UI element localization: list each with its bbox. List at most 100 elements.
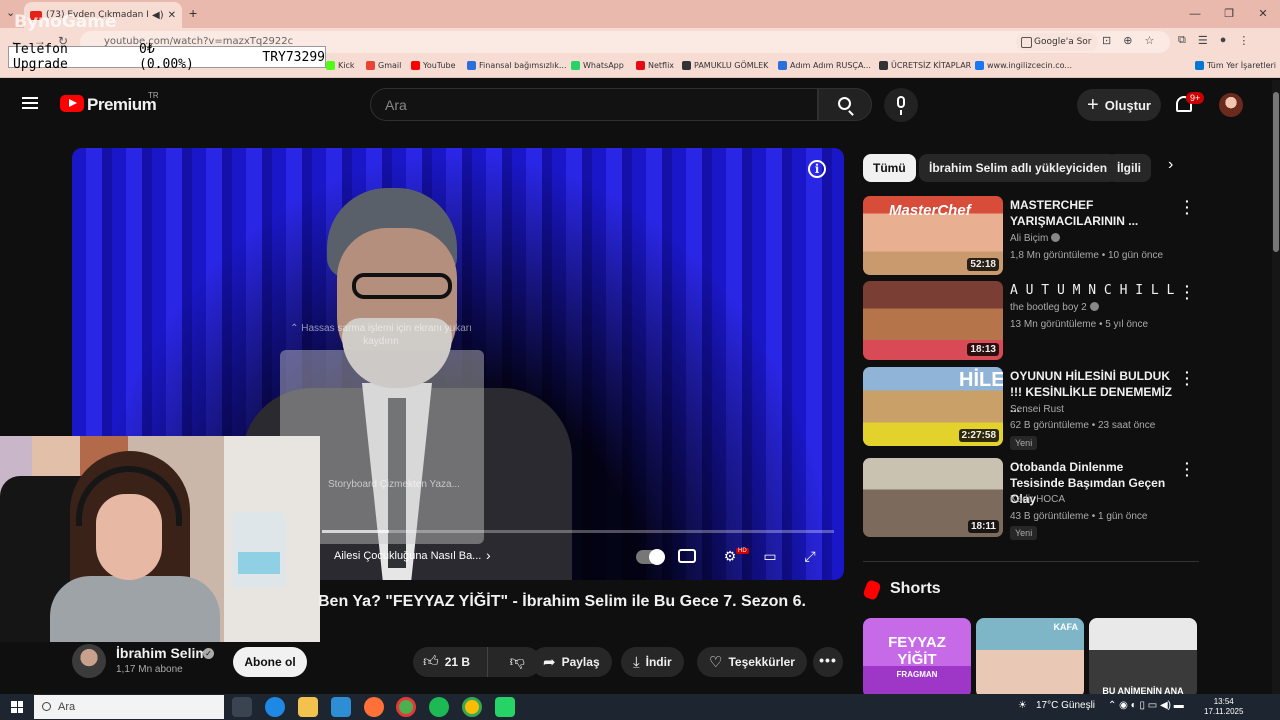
weather-text[interactable]: 17°C Güneşli — [1036, 700, 1095, 711]
bookmark-label: Adım Adım RUSÇA... — [790, 61, 871, 70]
fullscreen-button[interactable]: ⤢ — [798, 544, 822, 568]
chrome-profile-icon[interactable] — [462, 697, 482, 717]
window-controls: — ❐ ✕ — [1178, 0, 1280, 28]
share-icon: ➦ — [543, 654, 556, 671]
short-item[interactable]: BU ANİMENİN ANA — [1089, 618, 1197, 698]
bookmark-item[interactable]: PAMUKLU GÖMLEK — [682, 61, 768, 70]
close-tab-icon[interactable]: ✕ — [168, 10, 176, 21]
install-icon[interactable]: ⊡ — [1102, 34, 1111, 47]
short-item[interactable]: FEYYAZ YİĞİT FRAGMAN — [863, 618, 971, 698]
more-vert-icon[interactable]: · · · — [1185, 456, 1190, 482]
minimize-icon[interactable]: — — [1178, 0, 1212, 28]
reading-list-icon[interactable]: ☰ — [1198, 34, 1208, 47]
more-vert-icon[interactable]: · · · — [1185, 194, 1190, 220]
bookmark-item[interactable]: WhatsApp — [571, 61, 624, 70]
download-button[interactable]: ⤓ İndir — [621, 647, 684, 677]
theater-icon: ▭ — [763, 548, 777, 564]
more-actions-button[interactable]: ••• — [813, 647, 843, 677]
file-explorer-icon[interactable] — [298, 697, 318, 717]
progress-bar[interactable] — [322, 530, 834, 533]
windows-start-icon[interactable] — [11, 701, 23, 713]
subscribe-button[interactable]: Abone ol — [233, 647, 307, 677]
create-button[interactable]: + Oluştur — [1077, 89, 1161, 121]
bookmark-item[interactable]: YouTube — [411, 61, 456, 70]
scrollbar-thumb[interactable] — [1273, 92, 1279, 252]
bookmark-item[interactable]: Tüm Yer İşaretleri — [1195, 61, 1276, 70]
account-avatar[interactable] — [1219, 93, 1243, 117]
bookmark-item[interactable]: Gmail — [366, 61, 401, 70]
whatsapp-icon[interactable] — [495, 697, 515, 717]
recommendation-item[interactable]: 18:13 A U T U M N C H I L L the bootleg … — [863, 279, 1203, 361]
plus-icon: + — [1087, 94, 1099, 116]
chip-related[interactable]: İlgili — [1107, 154, 1151, 182]
bookmark-item[interactable]: www.ingilizcecin.co... — [975, 61, 1072, 70]
new-badge: Yeni — [1010, 436, 1038, 450]
clock-date: 17.11.2025 — [1204, 707, 1244, 716]
more-vert-icon[interactable]: · · · — [1185, 365, 1190, 391]
create-label: Oluştur — [1104, 97, 1151, 113]
chrome-icon[interactable] — [396, 697, 416, 717]
search-input[interactable] — [371, 89, 817, 120]
bookmark-item[interactable]: Netflix — [636, 61, 674, 70]
youtube-logo-icon[interactable] — [60, 95, 84, 112]
speaker-icon[interactable]: ◀) — [152, 10, 164, 21]
bookmark-star-icon[interactable]: ☆ — [1144, 34, 1154, 47]
autoplay-toggle[interactable] — [636, 549, 665, 565]
short-item[interactable]: KAFA — [976, 618, 1084, 698]
voice-search-button[interactable] — [884, 88, 918, 122]
video-thumbnail: MasterChef 52:18 — [863, 196, 1003, 275]
recommendation-channel: Sensei Rust — [1010, 404, 1064, 415]
youtube-brand[interactable]: Premium — [87, 95, 157, 115]
new-tab-icon[interactable]: + — [189, 5, 197, 21]
bookmark-favicon-icon — [879, 61, 888, 70]
theater-mode-button[interactable]: ▭ — [758, 544, 782, 568]
chapter-chevron-icon[interactable]: › — [486, 547, 491, 563]
zoom-icon[interactable]: ⊕ — [1123, 34, 1132, 47]
spotify-icon[interactable] — [429, 697, 449, 717]
short-text: YİĞİT — [897, 651, 937, 668]
share-button[interactable]: ➦ Paylaş — [531, 647, 612, 677]
bookmark-item[interactable]: ÜCRETSİZ KİTAPLAR — [879, 61, 971, 70]
google-sor-button[interactable]: Google'a Sor — [1016, 33, 1098, 51]
recommendation-item[interactable]: 18:11 Otobanda Dinlenme Tesisinde Başımd… — [863, 456, 1203, 540]
menu-icon[interactable] — [22, 97, 38, 109]
notification-badge: 9+ — [1186, 92, 1205, 104]
weather-icon[interactable]: ☀ — [1018, 700, 1027, 711]
firefox-icon[interactable] — [364, 697, 384, 717]
taskbar-search[interactable]: Ara — [34, 695, 224, 719]
bookmark-item[interactable]: Adım Adım RUSÇA... — [778, 61, 871, 70]
bookmark-favicon-icon — [682, 61, 691, 70]
browser-menu-icon[interactable]: ⋮ — [1238, 34, 1249, 47]
chip-all[interactable]: Tümü — [863, 154, 916, 182]
thanks-heart-icon: ♡ — [709, 654, 723, 671]
info-icon[interactable]: i — [808, 160, 826, 178]
store-icon[interactable] — [331, 697, 351, 717]
bookmark-label: YouTube — [423, 61, 456, 70]
tray-icons[interactable]: ⌃ ◉ ◐ ▯ ▭ ◀) ▬ — [1108, 700, 1184, 711]
task-view-icon[interactable] — [232, 697, 252, 717]
bookmark-item[interactable]: Finansal bağımsızlık... — [467, 61, 567, 70]
recommendation-meta: 43 B görüntüleme • 1 gün önce — [1010, 511, 1148, 522]
recommendation-item[interactable]: HİLE 2:27:58 OYUNUN HİLESİNİ BULDUK !!! … — [863, 365, 1203, 450]
chip-uploader[interactable]: İbrahim Selim adlı yükleyiciden — [919, 154, 1118, 182]
bookmark-item[interactable]: Kick — [326, 61, 355, 70]
extensions-icon[interactable]: ⧉ — [1178, 34, 1186, 47]
close-window-icon[interactable]: ✕ — [1246, 0, 1280, 28]
subtitles-button[interactable] — [678, 544, 702, 568]
verified-icon: ✓ — [203, 648, 214, 659]
channel-name[interactable]: İbrahim Selim — [116, 645, 208, 661]
search-button[interactable] — [818, 88, 872, 121]
taskbar-clock[interactable]: 13:54 17.11.2025 — [1204, 697, 1243, 717]
edge-icon[interactable] — [265, 697, 285, 717]
youtube-header: Premium TR + Oluştur 9+ — [0, 80, 1280, 130]
recommendation-item[interactable]: MasterChef 52:18 MASTERCHEF YARIŞMACILAR… — [863, 194, 1203, 276]
chevron-right-icon[interactable]: › — [1168, 156, 1173, 174]
channel-avatar[interactable] — [72, 644, 106, 678]
like-button[interactable]: 👍︎ 21 B — [413, 647, 488, 677]
profile-icon[interactable]: ● — [1220, 34, 1227, 47]
maximize-icon[interactable]: ❐ — [1212, 0, 1246, 28]
bookmark-favicon-icon — [467, 61, 476, 70]
chapter-title[interactable]: Ailesi Çocukluğuna Nasıl Ba... — [334, 550, 481, 562]
more-vert-icon[interactable]: · · · — [1185, 279, 1190, 305]
thanks-button[interactable]: ♡ Teşekkürler — [697, 647, 807, 677]
